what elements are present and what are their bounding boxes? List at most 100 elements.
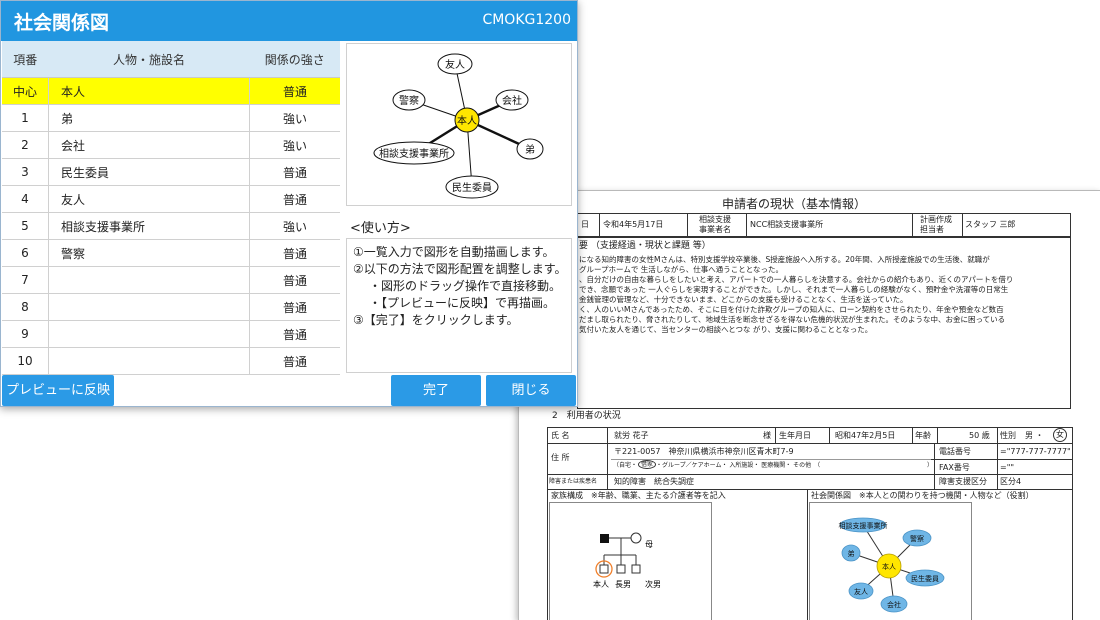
phone-value: ="777-777-7777": [1000, 447, 1071, 456]
summary-line: く、人のいいMさんであったため、そこに目を付けた詐欺グループの知人に、ローン契約…: [579, 305, 1004, 314]
social-title: 社会関係図 ※本人との関わりを持つ機関・人物など（役割）: [811, 491, 1034, 500]
row-name-field[interactable]: 弟: [48, 104, 250, 132]
summary-title: 要 （支援経過・現状と課題 等）: [579, 241, 711, 251]
row-no: 中心: [2, 77, 49, 105]
address-label: 住 所: [551, 453, 570, 462]
node-label: 相談支援事業所: [379, 147, 449, 160]
family-title: 家族構成 ※年齢、職業、主たる介護者等を記入: [551, 491, 726, 500]
genogram-mother: 母: [645, 540, 653, 549]
usage-line: ・【プレビューに反映】で再描画。: [369, 296, 556, 310]
address-options: （自宅・: [613, 462, 638, 469]
table-row[interactable]: 3 民生委員 普通: [2, 158, 340, 186]
genogram-eldest: 長男: [615, 580, 631, 589]
row-strength-select[interactable]: 普通: [249, 266, 340, 294]
summary-line: でき、念願であった 一人ぐらしを実現することができた。しかし、それまで一人暮らし…: [579, 285, 1009, 294]
doc-node-friend: 友人: [854, 587, 868, 596]
row-strength-select[interactable]: 普通: [249, 77, 340, 105]
disability-label: 障害または疾患名: [549, 478, 598, 485]
table-row[interactable]: 2 会社 強い: [2, 131, 340, 159]
row-name-field[interactable]: 相談支援事業所: [48, 212, 250, 240]
doc-node-center: 本人: [882, 562, 896, 571]
row-strength-select[interactable]: 普通: [249, 320, 340, 348]
summary-line: になる知的障害の女性Mさんは、特別支援学校卒業後、S授産施設へ入所する。20年間…: [579, 255, 990, 264]
table-row[interactable]: 6 警察 普通: [2, 239, 340, 267]
table-row[interactable]: 9 普通: [2, 320, 340, 348]
row-name-field[interactable]: 警察: [48, 239, 250, 267]
document-title: 申請者の現状（基本情報）: [722, 197, 867, 211]
usage-line: ③【完了】をクリックします。: [353, 313, 519, 327]
usage-line: ・図形のドラッグ操作で直接移動。: [369, 279, 562, 293]
birth-value: 昭和47年2月5日: [835, 431, 896, 440]
table-row[interactable]: 1 弟 強い: [2, 104, 340, 132]
planner-label-2: 担当者: [920, 225, 944, 234]
row-strength-select[interactable]: 普通: [249, 293, 340, 321]
usage-line: ②以下の方法で図形配置を調整します。: [353, 262, 567, 276]
honorific: 様: [763, 431, 771, 440]
row-strength-select[interactable]: 普通: [249, 158, 340, 186]
basic-info-document: 申請者の現状（基本情報） 日 令和4年5月17日 相談支援 事業者名 NCC相談…: [518, 190, 1100, 620]
table-header-row: 項番 人物・施設名 関係の強さ: [2, 41, 340, 78]
row-no: 10: [2, 347, 49, 375]
fax-label: FAX番号: [939, 463, 970, 472]
sex-label: 性別: [1000, 431, 1016, 440]
table-row[interactable]: 5 相談支援事業所 強い: [2, 212, 340, 240]
sex-female-circled: 女: [1053, 428, 1067, 442]
node-label: 弟: [525, 144, 535, 156]
row-no: 8: [2, 293, 49, 321]
row-name-field[interactable]: 本人: [48, 77, 250, 105]
title-bar: 社会関係図 CMOKG1200: [1, 1, 577, 41]
table-row[interactable]: 7 普通: [2, 266, 340, 294]
address-value: 〒221-0057 神奈川県横浜市神奈川区青木町7-9: [614, 447, 794, 456]
summary-line: グループホームで 生活しながら、仕事へ通うこととなった。: [579, 265, 783, 274]
planner-label: 計画作成: [920, 215, 952, 224]
date-value: 令和4年5月17日: [603, 220, 664, 229]
planner-value: スタッフ 三郎: [965, 220, 1016, 229]
summary-line: 金銭管理の管理など、十分できないまま、どこからの支援も受けることなく、生活を送っ…: [579, 295, 908, 304]
row-strength-select[interactable]: 強い: [249, 131, 340, 159]
summary-line: だまし取られたり、脅されたりして、地域生活を断念せざるを得ない危機的状況が生まれ…: [579, 315, 1006, 324]
row-strength-select[interactable]: 強い: [249, 104, 340, 132]
row-strength-select[interactable]: 強い: [249, 212, 340, 240]
support-value: 区分4: [1000, 477, 1022, 486]
fax-value: ="": [1000, 463, 1015, 472]
disability-value: 知的障害 統合失調症: [614, 477, 694, 486]
name-label: 氏 名: [551, 431, 570, 440]
row-strength-select[interactable]: 普通: [249, 347, 340, 375]
row-name-field[interactable]: [48, 320, 250, 348]
genogram: 母 本人 長男 次男: [593, 532, 661, 589]
row-no: 7: [2, 266, 49, 294]
agency-label: 相談支援: [699, 215, 731, 224]
genogram-second: 次男: [645, 579, 661, 589]
row-strength-select[interactable]: 普通: [249, 185, 340, 213]
row-name-field[interactable]: 会社: [48, 131, 250, 159]
row-no: 4: [2, 185, 49, 213]
row-name-field[interactable]: [48, 266, 250, 294]
diagram-preview: 本人 友人 警察 会社 相談支援事業所 弟 民生委員: [346, 43, 572, 206]
preview-button[interactable]: プレビューに反映: [2, 375, 114, 406]
table-row[interactable]: 4 友人 普通: [2, 185, 340, 213]
usage-instructions: ①一覧入力で図形を自動描画します。 ②以下の方法で図形配置を調整します。 ・図形…: [346, 238, 572, 373]
row-name-field[interactable]: [48, 347, 250, 375]
col-header-strength: 関係の強さ: [249, 41, 340, 78]
col-header-no: 項番: [2, 41, 49, 78]
node-label: 友人: [445, 58, 465, 71]
node-label: 警察: [399, 94, 419, 107]
doc-node-company: 会社: [887, 600, 901, 609]
row-no: 9: [2, 320, 49, 348]
row-strength-select[interactable]: 普通: [249, 239, 340, 267]
table-row[interactable]: 8 普通: [2, 293, 340, 321]
user-section-title: 2 利用者の状況: [552, 411, 621, 421]
address-close: ）: [927, 462, 934, 469]
row-no: 1: [2, 104, 49, 132]
row-name-field[interactable]: [48, 293, 250, 321]
node-label: 民生委員: [452, 181, 492, 194]
agency-label-2: 事業者名: [699, 225, 731, 234]
close-button[interactable]: 閉じる: [486, 375, 576, 406]
table-row[interactable]: 10 普通: [2, 347, 340, 375]
table-row-center[interactable]: 中心 本人 普通: [2, 77, 340, 105]
row-name-field[interactable]: 民生委員: [48, 158, 250, 186]
usage-title: <使い方>: [350, 221, 411, 236]
row-name-field[interactable]: 友人: [48, 185, 250, 213]
done-button[interactable]: 完了: [391, 375, 481, 406]
summary-line: 、自分だけの自由な暮らしをしたいと考え、アパートでの一人暮らしを決意する。会社か…: [579, 275, 1014, 284]
